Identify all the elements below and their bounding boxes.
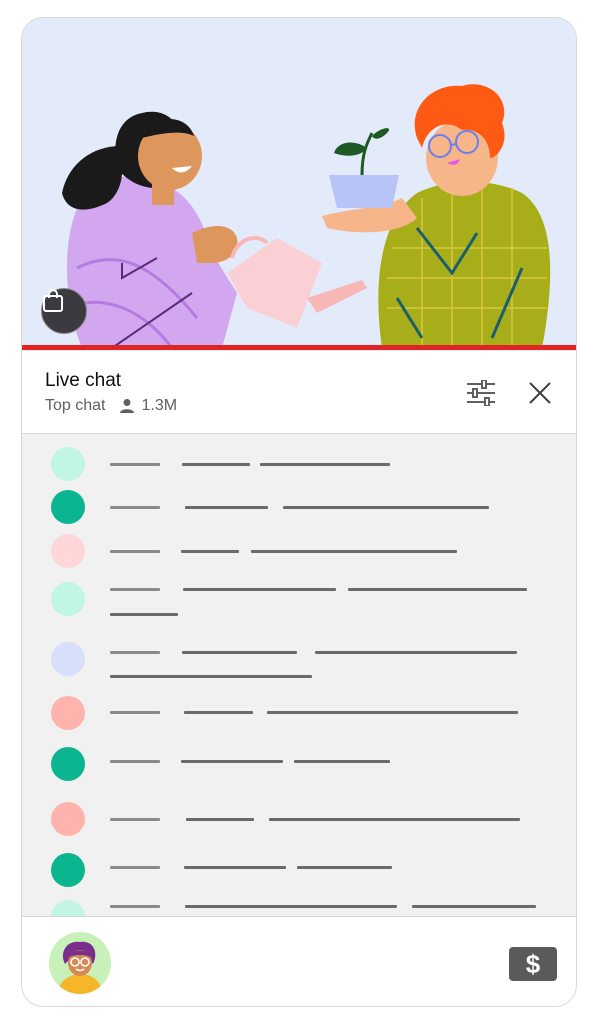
close-button[interactable] [523,376,557,410]
message-text [294,760,390,763]
message-text [185,506,268,509]
chat-message-list[interactable] [22,434,576,916]
message-author [110,711,160,714]
avatar [51,747,85,781]
message-author [110,905,160,908]
avatar [51,534,85,568]
viewer-count-value: 1.3M [141,397,178,414]
user-avatar-illustration [49,932,111,994]
avatar [51,447,85,481]
shopping-bag-icon [43,289,63,312]
message-author [110,588,160,591]
message-text [184,711,253,714]
message-text [184,866,286,869]
dollar-icon: $ [525,948,541,979]
super-chat-button[interactable]: $ [509,947,557,981]
avatar [51,696,85,730]
filter-button[interactable] [464,376,498,410]
chat-mode-selector[interactable]: Top chat [45,397,105,415]
message-text [181,760,283,763]
message-author [110,866,160,869]
sliders-icon [467,380,495,406]
message-text [283,506,489,509]
message-text [267,711,518,714]
message-text [185,905,397,908]
avatar [51,853,85,887]
chat-footer: $ [22,916,576,1006]
avatar [51,490,85,524]
video-progress-bar[interactable] [22,345,576,350]
message-text [182,651,297,654]
avatar [51,582,85,616]
message-author [110,506,160,509]
message-text [412,905,536,908]
close-icon [529,382,551,404]
message-text [260,463,390,466]
message-text [269,818,520,821]
viewer-count: 1.3M [119,397,177,415]
message-author [110,550,160,553]
message-author [110,463,160,466]
message-author [110,651,160,654]
message-text [110,613,178,616]
message-text [186,818,254,821]
message-text [297,866,392,869]
chat-header: Live chat Top chat 1.3M [22,351,576,434]
video-illustration [62,84,551,349]
message-text [183,588,336,591]
shop-button[interactable] [41,288,87,334]
chat-title: Live chat [45,370,122,391]
message-text [251,550,457,553]
avatar [51,802,85,836]
video-player[interactable] [22,18,576,351]
message-text [315,651,517,654]
person-icon [120,399,135,413]
message-author [110,760,160,763]
message-text [110,675,312,678]
message-text [182,463,250,466]
message-text [348,588,527,591]
message-author [110,818,160,821]
chat-subtitle: Top chat 1.3M [45,397,177,415]
avatar [51,900,85,916]
device-frame: Live chat Top chat 1.3M $ [21,17,577,1007]
avatar [51,642,85,676]
message-text [181,550,239,553]
user-avatar[interactable] [49,932,111,994]
